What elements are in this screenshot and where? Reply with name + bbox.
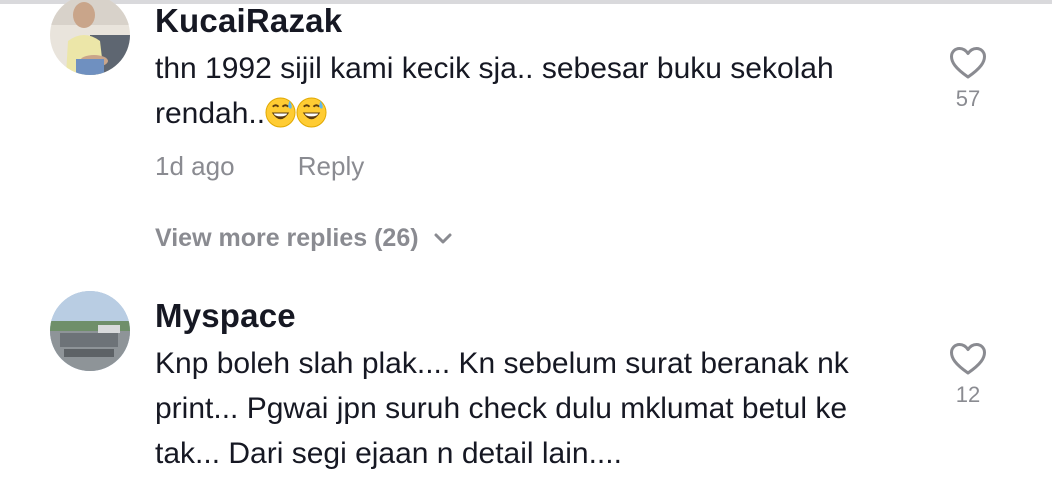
view-more-replies-label: View more replies (26) <box>155 224 419 252</box>
grinning-sweat-emoji-icon <box>296 97 327 128</box>
like-button[interactable]: 57 <box>938 46 998 112</box>
comment-username[interactable]: Myspace <box>155 297 296 335</box>
like-count: 57 <box>955 86 981 111</box>
avatar[interactable] <box>50 0 130 75</box>
reply-button[interactable]: Reply <box>298 151 364 182</box>
heart-outline-icon <box>950 47 986 79</box>
comment-timestamp: 1d ago <box>155 151 235 181</box>
comment-text-line: rendah.. <box>155 91 915 136</box>
comment-text-line: thn 1992 sijil kami kecik sja.. sebesar … <box>155 52 834 85</box>
view-more-replies-button[interactable]: View more replies (26) <box>155 224 453 253</box>
comment-text-segment: rendah.. <box>155 97 266 130</box>
comment-meta: 1d ago Reply <box>155 151 364 182</box>
grinning-sweat-emoji-icon <box>265 97 296 128</box>
comment-username[interactable]: KucaiRazak <box>155 2 342 40</box>
comment-text-line: tak... Dari segi ejaan n detail lain.... <box>155 437 622 470</box>
like-count: 12 <box>955 382 981 407</box>
avatar[interactable] <box>50 291 130 371</box>
heart-outline-icon <box>950 343 986 375</box>
comment-text-line: Knp boleh slah plak.... Kn sebelum surat… <box>155 347 849 380</box>
comment-text-line: print... Pgwai jpn suruh check dulu mklu… <box>155 392 848 425</box>
like-button[interactable]: 12 <box>938 342 998 408</box>
chevron-down-icon <box>434 233 452 243</box>
comment-text: thn 1992 sijil kami kecik sja.. sebesar … <box>155 46 915 136</box>
comment-text: Knp boleh slah plak.... Kn sebelum surat… <box>155 341 915 476</box>
